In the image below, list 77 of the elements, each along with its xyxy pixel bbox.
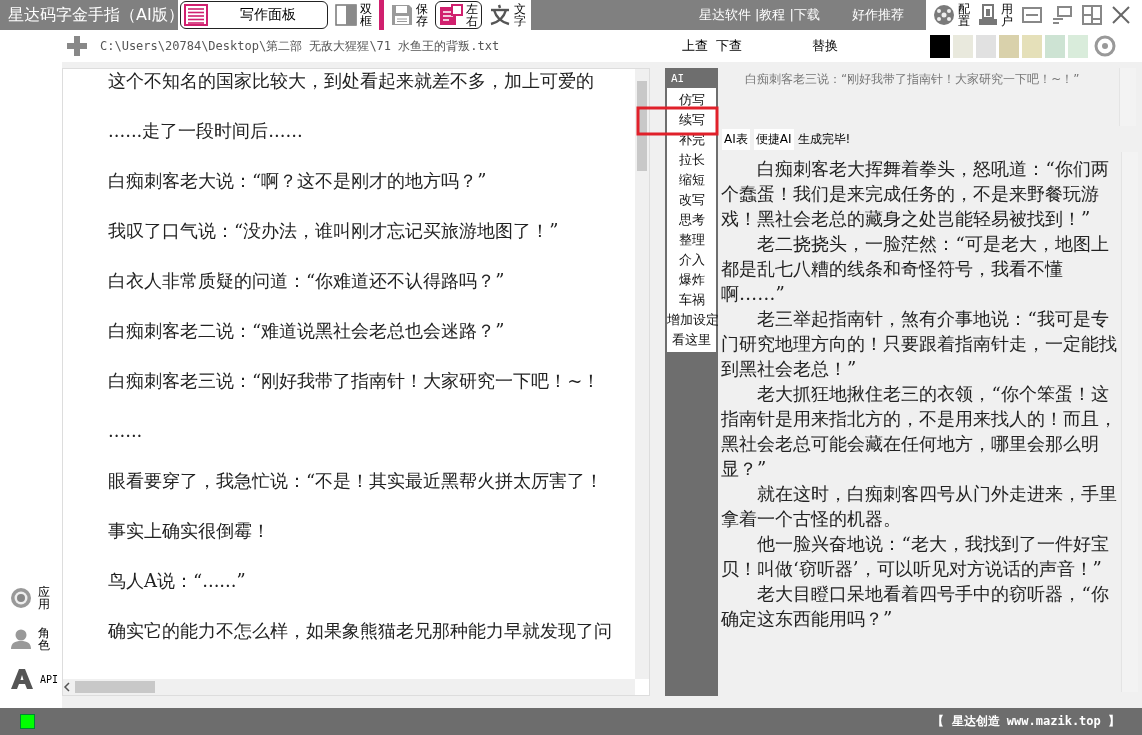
- text-line: 白衣人非常质疑的问道：“你难道还不认得路吗？”: [108, 269, 506, 293]
- text-editor[interactable]: [62, 68, 650, 696]
- generated-paragraph: 他一脸兴奋地说：“老大，我找到了一件好宝贝！叫做‘窃听器’，可以听见对方说话的声音！”: [721, 532, 1110, 581]
- nav-link[interactable]: 星达软件 |教程 |下载: [698, 6, 820, 24]
- text-line: 白痴刺客老二说：“难道说黑社会老总也会迷路？”: [108, 319, 506, 343]
- lined-page-icon: [184, 4, 208, 26]
- scroll-left-icon[interactable]: [63, 682, 71, 692]
- ai-menu-item[interactable]: 整理: [667, 230, 716, 250]
- window-title: 星达码字金手指（AI版）: [7, 3, 178, 26]
- generated-paragraph: 就在这时，白痴刺客四号从门外走进来，手里拿着一个古怪的机器。: [721, 482, 1119, 531]
- text-line: 我叹了口气说：“没办法，谁叫刚才忘记买旅游地图了！”: [108, 219, 560, 243]
- status-text: 生成完毕!: [797, 130, 851, 148]
- ai-menu-item[interactable]: 续写: [667, 110, 716, 130]
- text-icon: [489, 4, 511, 26]
- user-icon: [978, 4, 998, 26]
- text-line: 白痴刺客老三说：“刚好我带了指南针！大家研究一下吧！~！: [108, 369, 602, 393]
- save-icon: [391, 4, 413, 26]
- color-swatch[interactable]: [976, 34, 996, 58]
- ai-menu-item[interactable]: 改写: [667, 190, 716, 210]
- add-button[interactable]: [64, 33, 90, 59]
- nav-link[interactable]: 好作推荐: [852, 6, 904, 24]
- color-swatch[interactable]: [1045, 34, 1065, 58]
- text-line: 眼看要穿了，我急忙说：“不是！其实最近黑帮火拼太厉害了！: [108, 469, 605, 493]
- generated-paragraph: 老二挠挠头，一脸茫然：“可是老大，地图上都是乱七八糟的线条和奇怪符号，我看不懂啊……”: [721, 232, 1110, 306]
- file-path: C:\Users\20784\Desktop\第二部 无敌大猩猩\71 水鱼王的背叛.txt: [100, 37, 501, 55]
- split-pane-icon: [335, 4, 357, 26]
- generated-paragraph: 白痴刺客老大挥舞着拳头，怒吼道：“你们两个蠢蛋！我们是来完成任务的，不是来野餐玩游戏！黑社会老总的藏身之处岂能轻易被找到！”: [721, 157, 1110, 231]
- target-icon: [10, 587, 32, 610]
- vertical-scrollbar[interactable]: [635, 69, 649, 679]
- user-button[interactable]: 用户: [975, 1, 1016, 29]
- find-button[interactable]: 上查: [680, 35, 710, 57]
- color-swatch[interactable]: [953, 34, 973, 58]
- ai-button[interactable]: AI表: [722, 128, 750, 150]
- ai-menu-item[interactable]: 思考: [667, 210, 716, 230]
- app-button[interactable]: 应用: [0, 585, 62, 611]
- text-line: 鸟人A说：“......”: [108, 569, 247, 593]
- horizontal-scrollbar[interactable]: [63, 679, 635, 695]
- role-button[interactable]: 角色: [0, 626, 62, 652]
- settings-button[interactable]: 配置: [930, 1, 973, 29]
- api-button[interactable]: API: [0, 668, 62, 690]
- color-swatch[interactable]: [999, 34, 1019, 58]
- letter-a-icon: [10, 668, 34, 690]
- generated-paragraph: 老三举起指南针，煞有介事地说：“我可是专门研究地理方向的！只要跟着指南针走，一定能找到黑社会老总！”: [721, 307, 1118, 381]
- generated-paragraph: 老大目瞪口呆地看着四号手中的窃听器，“你确定这东西能用吗？”: [721, 582, 1110, 631]
- ai-menu-item[interactable]: 仿写: [667, 90, 716, 110]
- ai-menu-item[interactable]: 缩短: [667, 170, 716, 190]
- generated-paragraph: 老大抓狂地揪住老三的衣领，“你个笨蛋！这指南针是用来指北方的，不是用来找人的！而且，黑社会老总可能会藏在任何地方，哪里会那么明显？”: [721, 382, 1118, 481]
- text-button[interactable]: 文字: [486, 1, 529, 29]
- target-button[interactable]: [1092, 33, 1118, 59]
- text-line: 这个不知名的国家比较大，到处看起来就差不多，加上可爱的: [108, 69, 595, 93]
- color-swatch[interactable]: [930, 34, 950, 58]
- find-button[interactable]: 下查: [714, 35, 744, 57]
- ai-menu-item[interactable]: 介入: [667, 250, 716, 270]
- ai-menu-item[interactable]: 车祸: [667, 290, 716, 310]
- prompt-text: 白痴刺客老三说：“刚好我带了指南针！大家研究一下吧！~！”: [744, 71, 1081, 88]
- ai-menu-item[interactable]: 看这里: [667, 330, 716, 350]
- status-indicator: [20, 714, 35, 729]
- person-icon: [10, 628, 32, 651]
- document-icon: [439, 4, 463, 26]
- text-line: 确实它的能力不怎么样，如果象熊猫老兄那种能力早就发现了问: [108, 619, 613, 643]
- save-button[interactable]: 保存: [388, 1, 431, 29]
- panel-button[interactable]: 写作面板: [180, 1, 328, 29]
- ai-menu-item[interactable]: 爆炸: [667, 270, 716, 290]
- dual-pane-button[interactable]: 双框: [332, 1, 375, 29]
- credit-text: 【 星达创造 www.mazik.top 】: [932, 713, 1120, 730]
- ai-menu-item[interactable]: 拉长: [667, 150, 716, 170]
- text-line: 事实上确实很倒霉！: [108, 519, 271, 543]
- text-line: 白痴刺客老大说：“啊？这不是刚才的地方吗？”: [108, 169, 488, 193]
- text-line: ......: [108, 419, 144, 443]
- menu-title: AI: [670, 71, 686, 87]
- ai-button[interactable]: 便捷AI: [753, 128, 794, 150]
- color-swatch[interactable]: [1022, 34, 1042, 58]
- text-line: ......走了一段时间后......: [108, 119, 304, 143]
- replace-button[interactable]: 替换: [810, 35, 920, 57]
- layout-button[interactable]: 左右: [435, 1, 482, 29]
- color-swatch[interactable]: [1068, 34, 1088, 58]
- gear-icon: [933, 4, 955, 26]
